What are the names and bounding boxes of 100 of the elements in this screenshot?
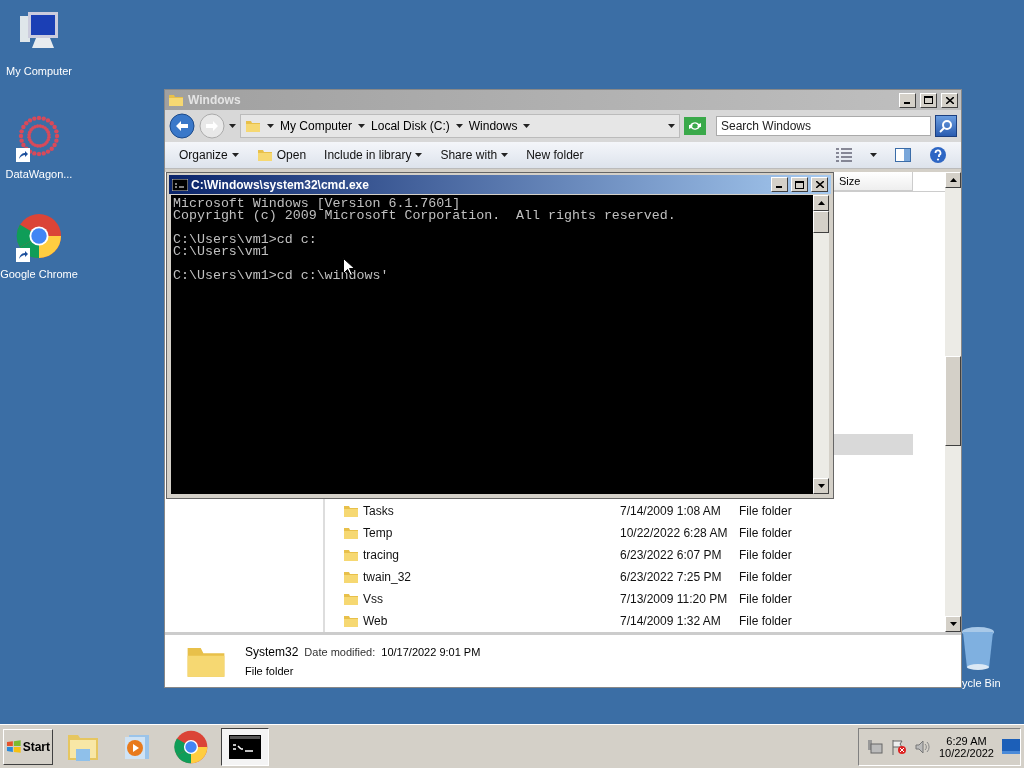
view-options-icon[interactable]	[836, 148, 852, 162]
console-line: C:\Users\vm1>cd c:\windows'	[173, 270, 390, 282]
caret-icon	[523, 124, 531, 128]
shortcut-arrow-icon	[16, 148, 30, 162]
close-icon	[815, 181, 824, 188]
down-arrow-icon	[949, 622, 957, 626]
caret-icon	[229, 124, 236, 128]
file-name[interactable]: twain_32	[363, 570, 412, 584]
toolbar-button[interactable]: New folder	[526, 148, 584, 162]
date-cell-text: 6/23/2022 7:25 PM	[620, 570, 723, 584]
desktop-icon-label[interactable]: ycle Bin	[962, 677, 1001, 689]
file-name[interactable]: Temp	[363, 526, 393, 540]
type-cell-text: File folder	[739, 614, 793, 628]
scroll-thumb[interactable]	[813, 211, 829, 233]
help-icon[interactable]	[929, 146, 947, 164]
maximize-button[interactable]	[920, 92, 937, 108]
folder-icon	[168, 92, 184, 108]
desktop-icon-label[interactable]: DataWagon...	[5, 168, 73, 180]
speaker-icon[interactable]	[914, 738, 931, 755]
address-bar[interactable]: My Computer Local Disk (C:) Windows	[240, 114, 680, 138]
back-button[interactable]	[169, 113, 195, 139]
detail-value: 10/17/2022 9:01 PM	[381, 646, 481, 658]
date-cell-text: 10/22/2022 6:28 AM	[620, 526, 729, 540]
date-cell-text: 7/14/2009 1:08 AM	[620, 504, 722, 518]
maximize-button[interactable]	[791, 177, 808, 192]
caret-icon	[870, 153, 877, 157]
selected-item-name: System32	[245, 645, 299, 659]
console-line: Microsoft Windows [Version 6.1.7601]	[173, 198, 461, 210]
start-button[interactable]: Start	[3, 728, 53, 765]
recycle-bin-icon	[961, 626, 995, 672]
console-icon	[229, 734, 261, 759]
console-icon	[172, 178, 188, 191]
windows-logo-icon	[6, 739, 22, 754]
file-name[interactable]: tracing	[363, 548, 400, 562]
console-line: C:\Users\vm1>cd c:	[173, 234, 318, 246]
search-field[interactable]: Search Windows	[716, 116, 931, 136]
close-button[interactable]	[811, 177, 828, 192]
file-name[interactable]: Vss	[363, 592, 383, 606]
close-button[interactable]	[941, 92, 958, 108]
show-desktop-icon[interactable]	[1002, 738, 1020, 755]
breadcrumb-item[interactable]: Local Disk (C:)	[371, 119, 450, 133]
chrome-icon	[174, 729, 208, 764]
desktop-icon-label[interactable]: Google Chrome	[0, 268, 78, 280]
up-arrow-icon	[817, 201, 825, 205]
breadcrumb-item[interactable]: Windows	[468, 119, 518, 133]
close-icon	[945, 96, 954, 104]
folder-icon	[343, 569, 359, 585]
maximize-icon	[795, 180, 804, 189]
caret-icon	[231, 153, 239, 157]
type-cell-text: File folder	[739, 592, 793, 606]
type-cell-text: File folder	[739, 570, 793, 584]
toolbar-button[interactable]: Open	[256, 147, 307, 163]
caret-icon	[267, 124, 274, 128]
date-cell-text: 7/13/2009 11:20 PM	[620, 592, 729, 606]
folder-icon	[245, 118, 261, 134]
network-dots-icon	[16, 113, 62, 159]
window-title: Windows	[188, 93, 242, 107]
scrollbar[interactable]	[945, 172, 961, 632]
down-arrow-icon	[817, 484, 825, 488]
media-player-icon	[123, 732, 151, 761]
folder-icon	[343, 613, 359, 629]
search-button[interactable]	[935, 115, 957, 137]
desktop-icon-label[interactable]: My Computer	[6, 65, 72, 77]
folder-icon	[343, 591, 359, 607]
type-cell-text: File folder	[739, 548, 793, 562]
column-header[interactable]: Size	[833, 172, 913, 191]
toolbar-button[interactable]: Organize	[179, 148, 239, 162]
toolbar-button[interactable]: Share with	[440, 148, 509, 162]
preview-pane-icon[interactable]	[895, 148, 911, 162]
flag-icon[interactable]	[890, 738, 907, 755]
scrollbar[interactable]	[813, 195, 829, 494]
folder-icon	[343, 547, 359, 563]
console-line: C:\Users\vm1	[173, 246, 270, 258]
toolbar-button[interactable]: Include in library	[324, 148, 423, 162]
caret-icon	[668, 124, 675, 128]
date-cell-text: 7/14/2009 1:32 AM	[620, 614, 722, 628]
detail-label: Date modified:	[304, 646, 376, 658]
refresh-button[interactable]	[684, 117, 706, 135]
folder-icon	[343, 503, 359, 519]
type-cell-text: File folder	[739, 504, 793, 518]
detail-type: File folder	[245, 665, 295, 677]
date-cell-text: 6/23/2022 6:07 PM	[620, 548, 723, 562]
caret-icon	[455, 124, 463, 128]
clock[interactable]: 6:29 AM 10/22/2022	[938, 734, 994, 759]
caret-icon	[358, 124, 366, 128]
taskbar-button[interactable]	[221, 727, 269, 766]
file-name[interactable]: Web	[363, 614, 388, 628]
chrome-icon	[16, 213, 62, 259]
folder-icon	[256, 147, 273, 163]
minimize-button[interactable]	[771, 177, 788, 192]
network-icon[interactable]	[866, 738, 883, 755]
caret-icon	[415, 153, 423, 157]
up-arrow-icon	[949, 178, 957, 182]
breadcrumb-item[interactable]: My Computer	[280, 119, 353, 133]
file-name[interactable]: Tasks	[363, 504, 394, 518]
scroll-thumb[interactable]	[945, 356, 961, 446]
shortcut-arrow-icon	[16, 248, 30, 262]
folder-icon	[343, 525, 359, 541]
console-line: Copyright (c) 2009 Microsoft Corporation. All rights reserved.	[173, 210, 677, 222]
minimize-button[interactable]	[899, 92, 916, 108]
